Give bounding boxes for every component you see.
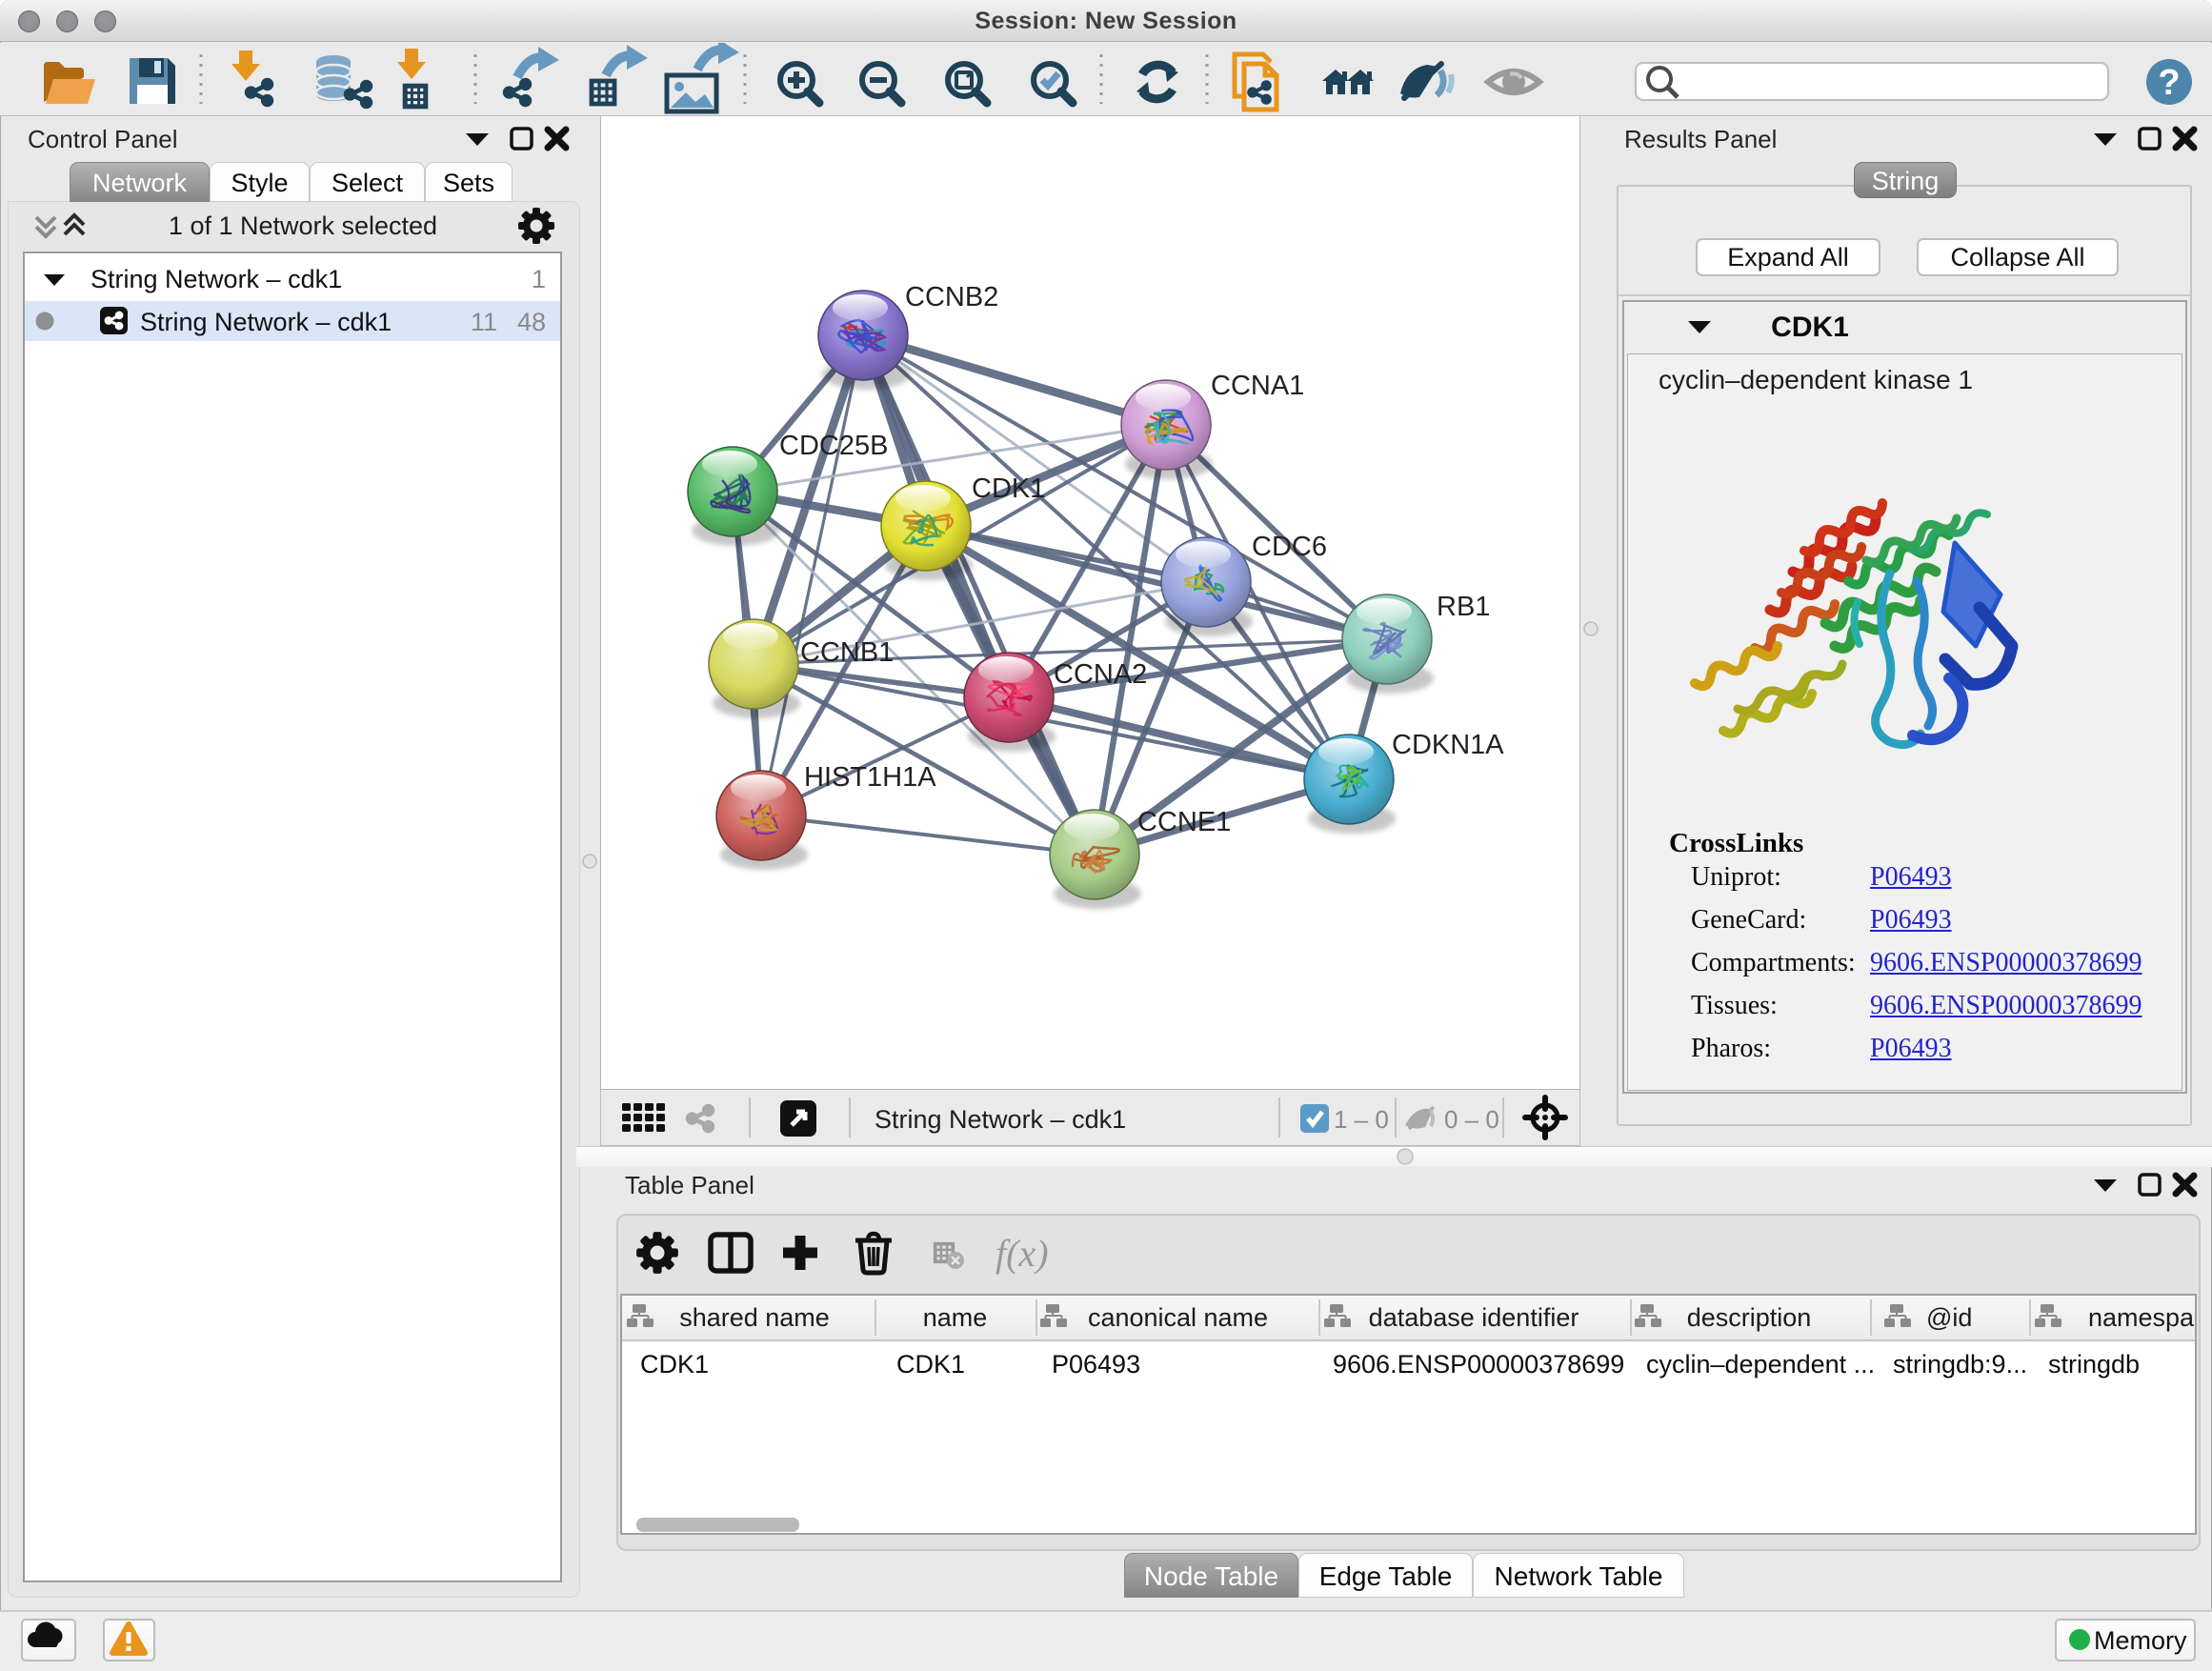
svg-text:CCNB2: CCNB2 <box>905 282 998 312</box>
svg-text:1 – 0: 1 – 0 <box>1334 1105 1389 1134</box>
svg-text:CCNA2: CCNA2 <box>1054 659 1147 690</box>
svg-text:CCNA1: CCNA1 <box>1211 371 1304 401</box>
svg-text:0 – 0: 0 – 0 <box>1444 1105 1499 1134</box>
svg-text:CCNE1: CCNE1 <box>1137 807 1231 837</box>
svg-text:CCNB1: CCNB1 <box>800 637 894 668</box>
svg-text:RB1: RB1 <box>1437 592 1490 622</box>
svg-text:f(x): f(x) <box>995 1232 1049 1275</box>
svg-text:CDC6: CDC6 <box>1252 532 1327 562</box>
svg-text:CDKN1A: CDKN1A <box>1392 730 1504 760</box>
svg-text:String Network – cdk1: String Network – cdk1 <box>875 1105 1126 1134</box>
svg-text:CDK1: CDK1 <box>972 473 1045 504</box>
svg-text:HIST1H1A: HIST1H1A <box>804 762 936 793</box>
svg-text:?: ? <box>2158 63 2180 103</box>
svg-text:CDC25B: CDC25B <box>779 431 888 461</box>
